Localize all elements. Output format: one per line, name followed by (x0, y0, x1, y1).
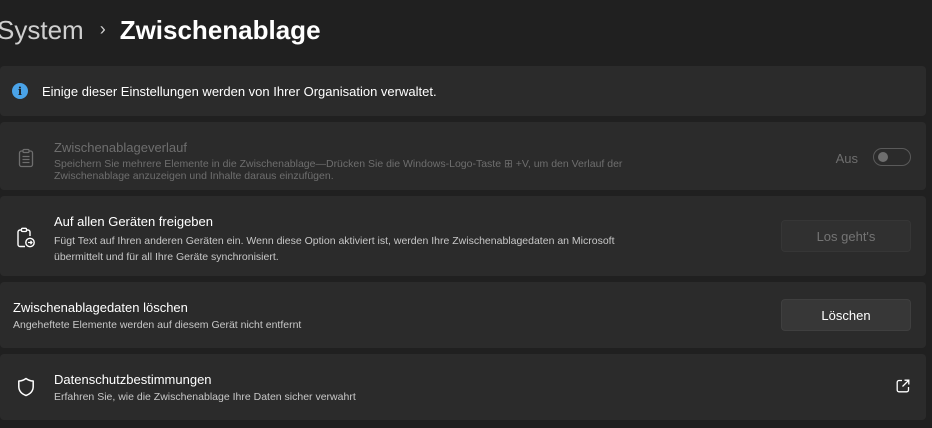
clear-clipboard-description: Angeheftete Elemente werden auf diesem G… (13, 319, 302, 331)
share-across-devices-text: Auf allen Geräten freigeben Fügt Text au… (54, 214, 734, 265)
clipboard-history-description: Speichern Sie mehrere Elemente in die Zw… (54, 158, 734, 182)
info-bar-text: Einige dieser Einstellungen werden von I… (42, 83, 437, 99)
page-title: Zwischenablage (119, 14, 321, 45)
clear-clipboard-row: Zwischenablagedaten löschen Angeheftete … (0, 282, 926, 348)
clipboard-history-toggle[interactable] (873, 148, 911, 166)
info-icon: i (12, 83, 28, 99)
breadcrumb: System › Zwischenablage (0, 12, 321, 48)
external-link-icon[interactable] (895, 378, 911, 394)
share-across-devices-row: Auf allen Geräten freigeben Fügt Text au… (0, 196, 926, 276)
share-across-devices-title: Auf allen Geräten freigeben (54, 214, 213, 229)
clipboard-history-text: Zwischenablageverlauf Speichern Sie mehr… (54, 140, 734, 182)
clipboard-history-title: Zwischenablageverlauf (54, 140, 187, 155)
clipboard-settings-page: System › Zwischenablage i Einige dieser … (0, 0, 932, 428)
breadcrumb-system-link[interactable]: System (0, 15, 84, 46)
clipboard-history-description-line-1: Speichern Sie mehrere Elemente in die Zw… (54, 158, 623, 170)
privacy-statement-row[interactable]: Datenschutzbestimmungen Erfahren Sie, wi… (0, 354, 926, 420)
clipboard-history-toggle-state: Aus (835, 151, 858, 166)
clipboard-history-row: Zwischenablageverlauf Speichern Sie mehr… (0, 122, 926, 190)
clear-button[interactable]: Löschen (781, 299, 911, 331)
clipboard-sync-icon (15, 226, 37, 250)
clipboard-history-description-line-2: Zwischenablage anzuzeigen und Inhalte da… (54, 170, 334, 182)
get-started-button[interactable]: Los geht's (781, 220, 911, 252)
share-across-devices-description: Fügt Text auf Ihren anderen Geräten ein.… (54, 233, 734, 265)
privacy-statement-text: Datenschutzbestimmungen Erfahren Sie, wi… (54, 372, 356, 403)
clear-clipboard-text: Zwischenablagedaten löschen Angeheftete … (13, 300, 301, 331)
clear-clipboard-title: Zwischenablagedaten löschen (13, 300, 188, 315)
shield-icon (15, 375, 37, 399)
privacy-statement-description: Erfahren Sie, wie die Zwischenablage Ihr… (54, 391, 356, 403)
breadcrumb-separator-icon: › (99, 18, 106, 39)
privacy-statement-title: Datenschutzbestimmungen (54, 372, 212, 387)
toggle-knob (878, 152, 888, 162)
organization-info-bar: i Einige dieser Einstellungen werden von… (0, 66, 926, 116)
share-description-line-2: übermittelt und für all Ihre Geräte sync… (54, 251, 279, 263)
share-description-line-1: Fügt Text auf Ihren anderen Geräten ein.… (54, 235, 615, 247)
clipboard-icon (15, 146, 37, 170)
